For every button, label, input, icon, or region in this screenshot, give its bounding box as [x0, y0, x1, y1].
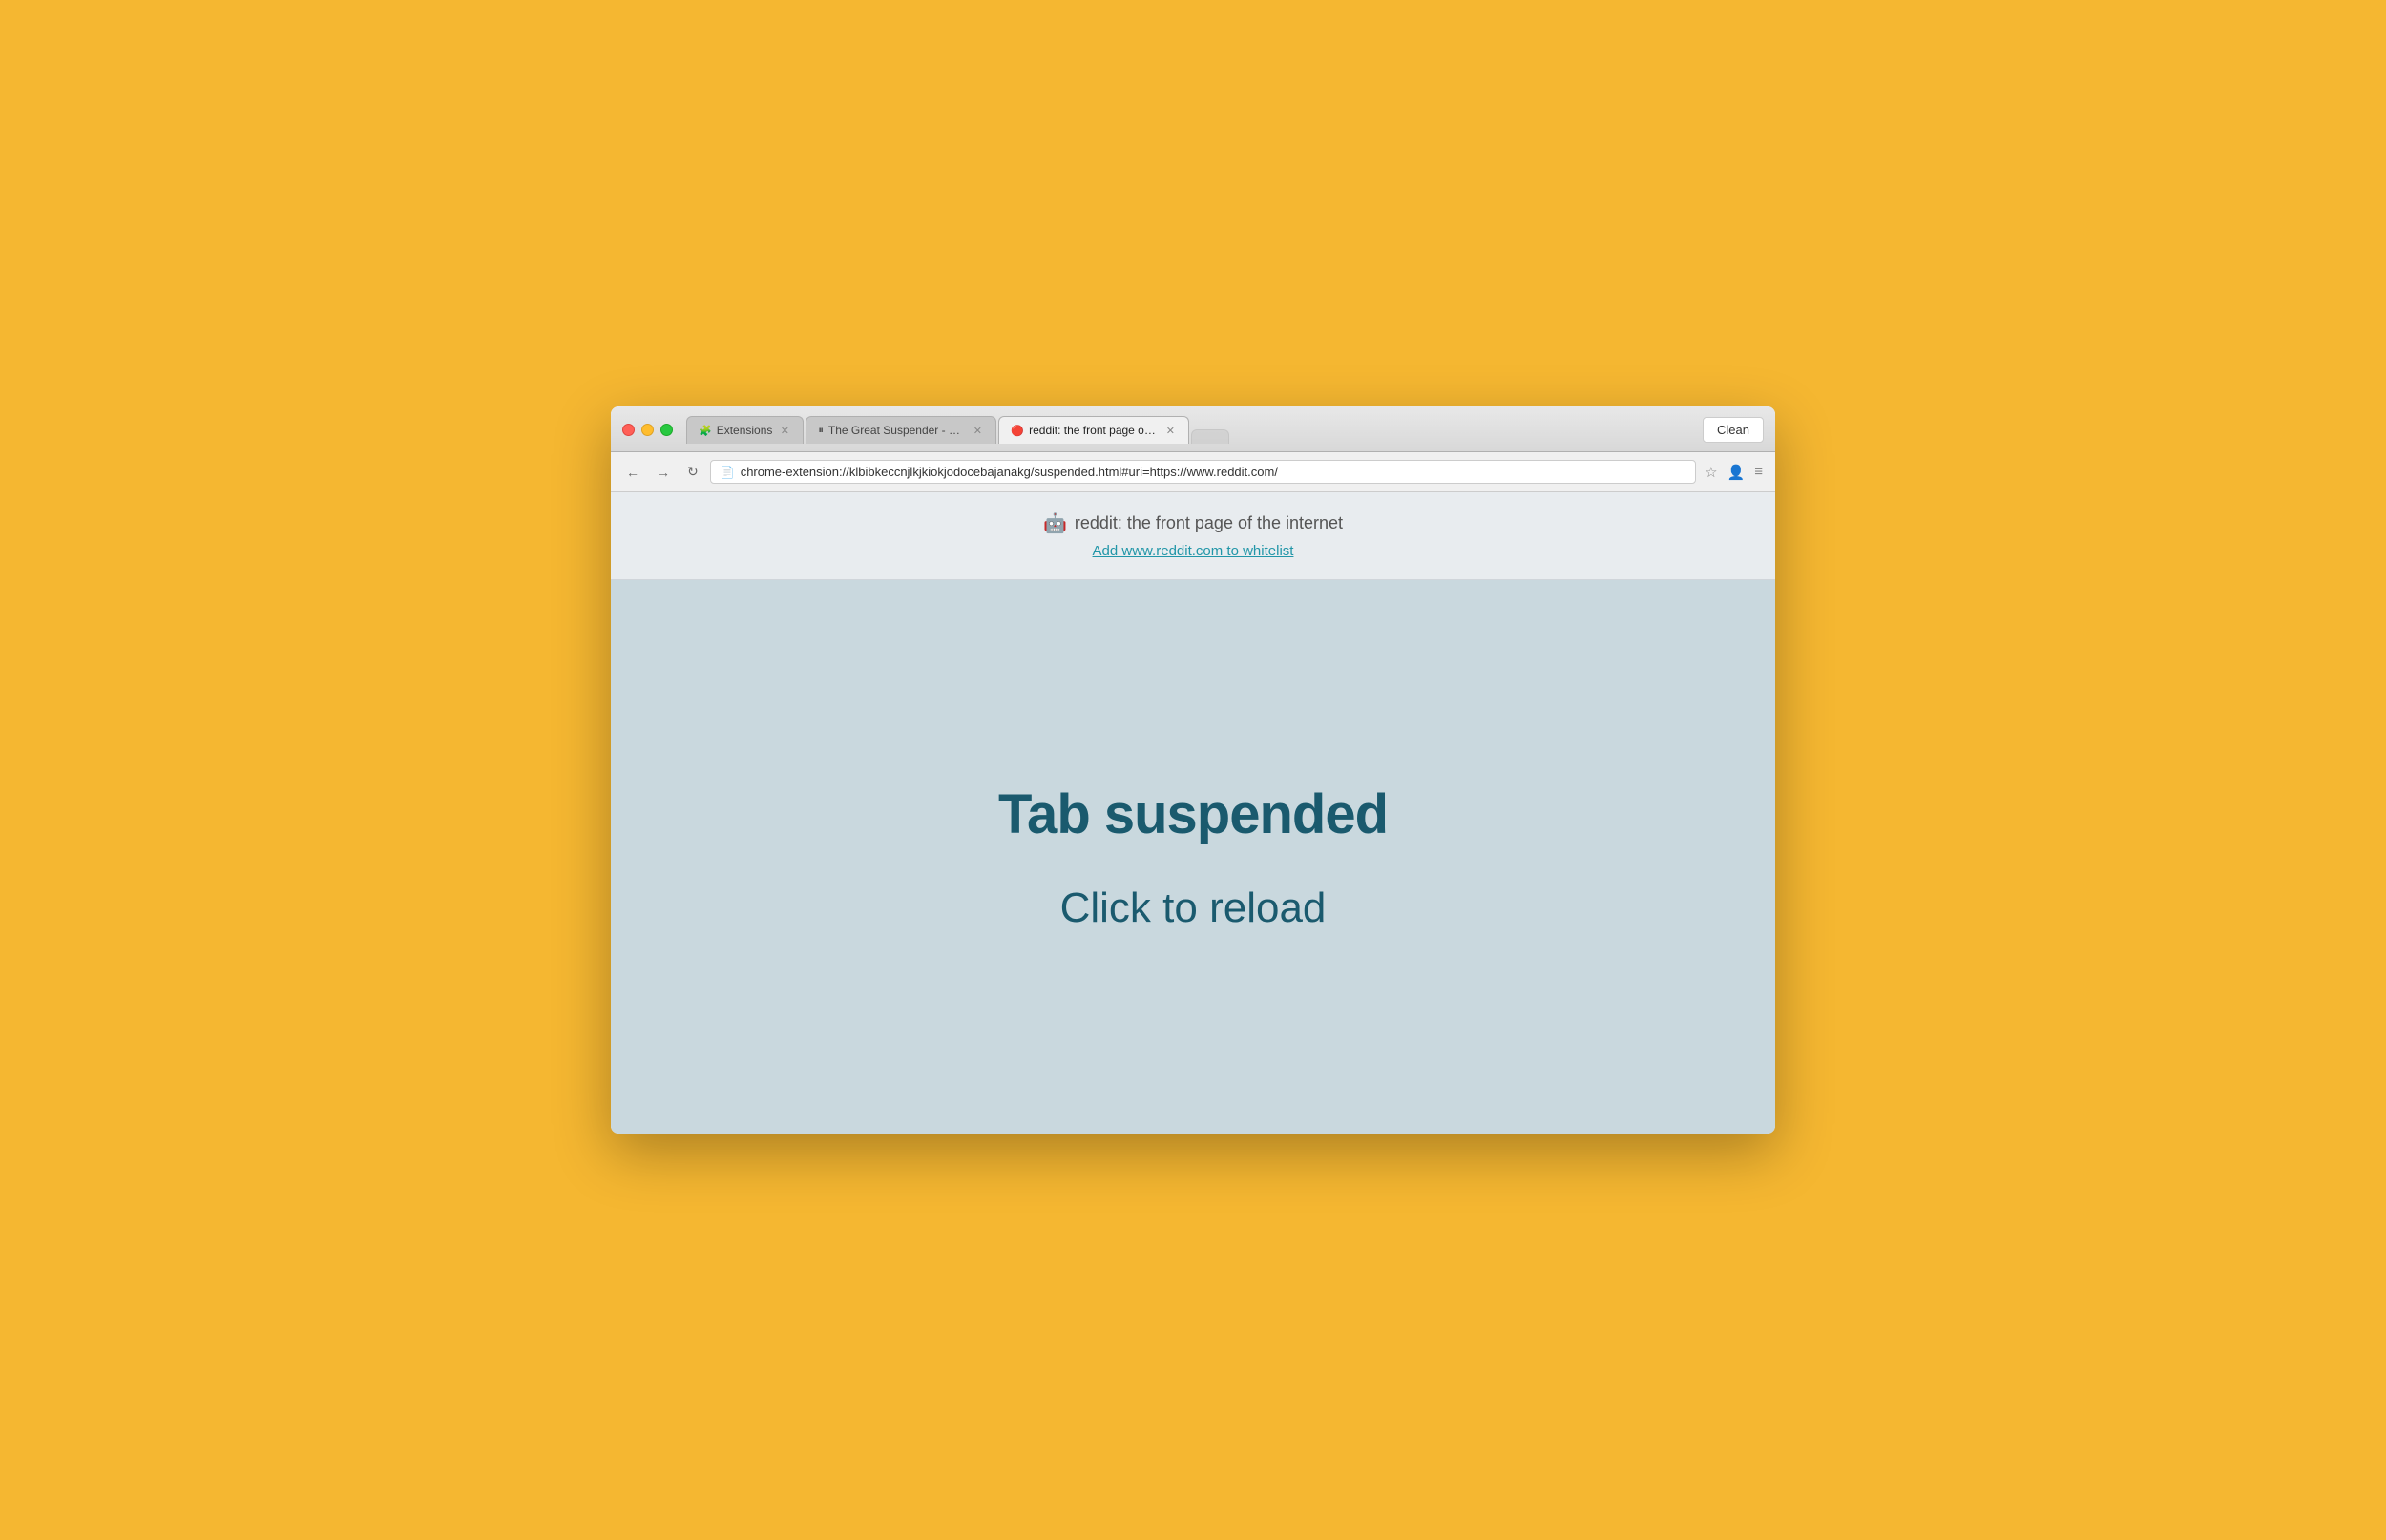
browser-window: 🧩 Extensions ✕ ⏸ The Great Suspender - C…	[611, 406, 1775, 1134]
tab-reddit[interactable]: 🔴 reddit: the front page of th… ✕	[998, 416, 1189, 444]
page-title-text: reddit: the front page of the internet	[1075, 513, 1343, 533]
page-header: 🤖 reddit: the front page of the internet…	[611, 492, 1775, 580]
maximize-window-button[interactable]	[660, 424, 673, 436]
suspended-heading: Tab suspended	[998, 782, 1388, 846]
close-window-button[interactable]	[622, 424, 635, 436]
page-content[interactable]: Tab suspended Click to reload	[611, 580, 1775, 1134]
back-button[interactable]: ←	[620, 462, 645, 483]
nav-bar: ← → ↻ 📄 chrome-extension://klbibkeccnjlk…	[611, 452, 1775, 492]
menu-button[interactable]: ≡	[1751, 461, 1766, 483]
tab-extensions[interactable]: 🧩 Extensions ✕	[686, 416, 804, 444]
tab-extensions-icon: 🧩	[699, 425, 712, 437]
nav-right-icons: ☆ 👤 ≡	[1702, 461, 1766, 484]
tab-extensions-label: Extensions	[717, 424, 773, 437]
tab-great-suspender-close[interactable]: ✕	[971, 424, 984, 437]
page-title-row: 🤖 reddit: the front page of the internet	[630, 511, 1756, 535]
address-bar[interactable]: 📄 chrome-extension://klbibkeccnjlkjkiokj…	[710, 460, 1696, 484]
reddit-icon: 🤖	[1043, 511, 1067, 535]
user-button[interactable]: 👤	[1725, 461, 1748, 484]
tab-empty	[1191, 429, 1229, 444]
title-bar-top: 🧩 Extensions ✕ ⏸ The Great Suspender - C…	[622, 416, 1764, 444]
tabs-row: 🧩 Extensions ✕ ⏸ The Great Suspender - C…	[686, 416, 1703, 444]
desktop: 🧩 Extensions ✕ ⏸ The Great Suspender - C…	[0, 0, 2386, 1540]
tab-great-suspender[interactable]: ⏸ The Great Suspender - Ch… ✕	[806, 416, 996, 444]
window-controls	[622, 424, 673, 436]
click-to-reload-text[interactable]: Click to reload	[1060, 884, 1327, 932]
bookmark-button[interactable]: ☆	[1702, 461, 1720, 484]
address-text: chrome-extension://klbibkeccnjlkjkiokjod…	[741, 465, 1685, 479]
tab-great-suspender-icon: ⏸	[818, 425, 824, 437]
forward-button[interactable]: →	[651, 462, 676, 483]
minimize-window-button[interactable]	[641, 424, 654, 436]
reload-button[interactable]: ↻	[681, 461, 704, 483]
title-bar: 🧩 Extensions ✕ ⏸ The Great Suspender - C…	[611, 406, 1775, 452]
tab-extensions-close[interactable]: ✕	[778, 424, 791, 437]
tab-great-suspender-label: The Great Suspender - Ch…	[828, 424, 966, 437]
page-icon: 📄	[721, 466, 735, 479]
clean-button[interactable]: Clean	[1703, 417, 1764, 443]
tab-reddit-label: reddit: the front page of th…	[1029, 424, 1158, 437]
whitelist-link[interactable]: Add www.reddit.com to whitelist	[1093, 543, 1294, 559]
tab-reddit-icon: 🔴	[1011, 425, 1024, 437]
tab-reddit-close[interactable]: ✕	[1163, 424, 1177, 437]
